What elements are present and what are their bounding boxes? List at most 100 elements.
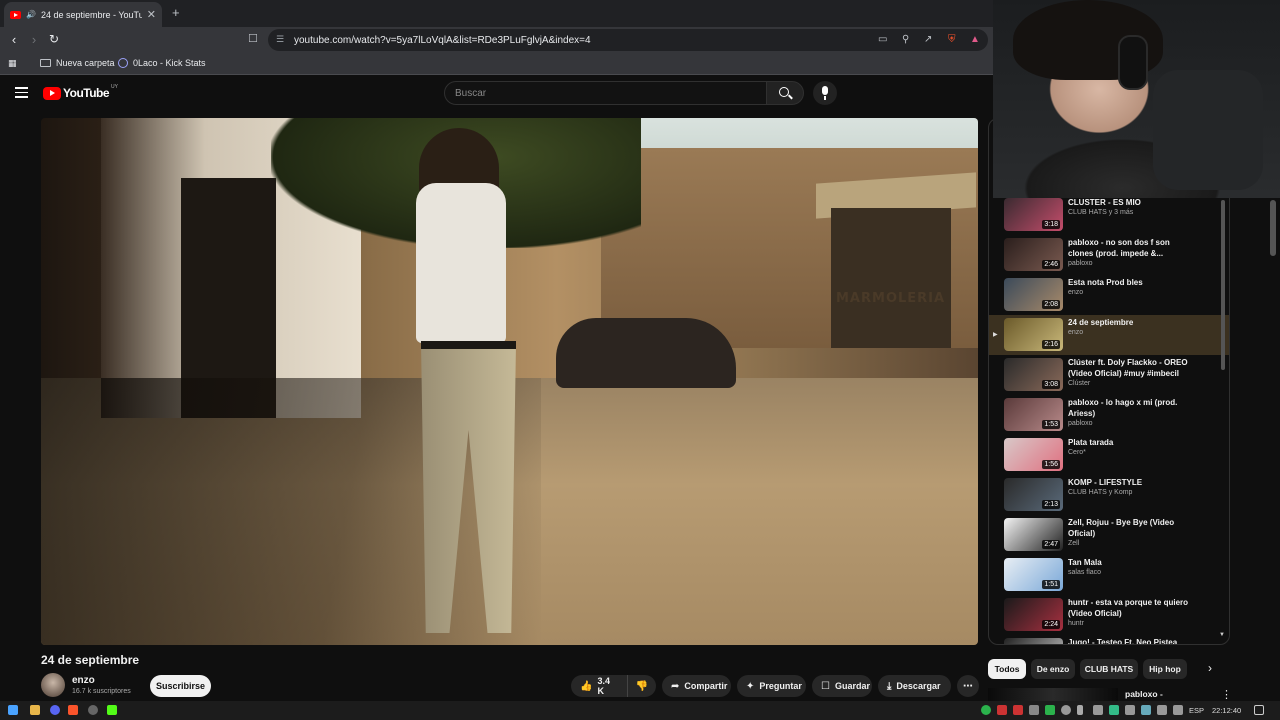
close-tab-icon[interactable]: ✕ [147,8,156,21]
tray-app-icon[interactable] [997,705,1007,715]
playlist-item[interactable]: 2:46 pabloxo - no son dos f son clones (p… [989,235,1229,275]
tray-app-icon[interactable] [1029,705,1039,715]
playlist-thumbnail[interactable]: 2:46 [1004,238,1063,271]
address-url[interactable]: youtube.com/watch?v=5ya7lLoVqlA&list=RDe… [294,35,591,46]
tray-app-icon[interactable] [1141,705,1151,715]
playlist-item-title[interactable]: CLUSTER - ES MIO [1068,197,1188,208]
start-icon[interactable] [8,705,18,715]
chip-club-hats[interactable]: CLUB HATS [1080,659,1138,679]
cast-icon[interactable]: ▭ [878,34,887,45]
playlist-item[interactable]: 2:47 Zell, Rojuu - Bye Bye (Video Oficial… [989,515,1229,555]
playlist-item[interactable]: 1:56 Plata tarada Cero* [989,435,1229,475]
new-tab-button[interactable]: + [172,5,180,20]
tray-app-icon[interactable] [1109,705,1119,715]
notifications-icon[interactable] [1254,705,1264,715]
tray-app-icon[interactable] [1061,705,1071,715]
playlist-thumbnail[interactable]: 1:53 [1004,398,1063,431]
tray-app-icon[interactable] [1093,705,1103,715]
language-indicator[interactable]: ESP [1189,706,1204,715]
back-icon[interactable]: ‹ [6,32,22,47]
playlist-item[interactable]: ▶ 2:16 24 de septiembre enzo [989,315,1229,355]
more-vertical-icon[interactable]: ⋮ [1221,688,1232,701]
bookmark-kick-stats[interactable]: 0Laco - Kick Stats [118,58,206,68]
playlist-item[interactable]: 1:53 pabloxo - lo hago x mi (prod. Ariess… [989,395,1229,435]
tray-app-icon[interactable] [1125,705,1135,715]
microphone-tray-icon[interactable] [1077,705,1083,715]
chip-hip-hop[interactable]: Hip hop [1143,659,1187,679]
playlist-thumbnail[interactable]: 2:24 [1004,598,1063,631]
playlist-item-title[interactable]: Tan Mala [1068,557,1188,568]
ask-button[interactable]: ✦ Preguntar [737,675,806,697]
tray-app-icon[interactable] [1013,705,1023,715]
playlist-item[interactable]: 2:24 huntr - esta va porque te quiero (Vi… [989,595,1229,635]
network-icon[interactable] [1157,705,1167,715]
clock[interactable]: 22:12:40 [1212,706,1241,715]
recommendation-title[interactable]: pabloxo - [1125,689,1163,699]
brave-shield-icon[interactable]: ⛨ [948,34,956,45]
hamburger-menu-icon[interactable] [15,87,28,101]
chip-todos[interactable]: Todos [988,659,1026,679]
dislike-button[interactable]: 👎 [627,675,656,697]
search-button[interactable] [766,81,804,105]
share-button[interactable]: ➦ Compartir [662,675,731,697]
playlist-item-title[interactable]: huntr - esta va porque te quiero (Video … [1068,597,1188,619]
speaker-icon[interactable]: 🔊 [26,10,36,19]
playlist-item-title[interactable]: Esta nota Prod bles [1068,277,1188,288]
playlist-item-title[interactable]: KOMP - LIFESTYLE [1068,477,1188,488]
playlist-item-title[interactable]: Jugo! - Testeo Ft. Neo Pistea (Video Ofi… [1068,637,1188,644]
voice-search-button[interactable] [813,81,837,105]
obs-icon[interactable] [88,705,98,715]
channel-name[interactable]: enzo [72,675,95,686]
playlist-item-title[interactable]: pabloxo - lo hago x mi (prod. Ariess) [1068,397,1188,419]
playlist-item[interactable]: 1:51 Tan Mala salas flaco [989,555,1229,595]
subscribe-button[interactable]: Suscribirse [150,675,211,697]
search-input[interactable]: Buscar [444,81,767,105]
like-button[interactable]: 👍 3.4 K [571,675,627,697]
playlist-item[interactable]: 3:08 Clúster ft. Doly Flackko - OREO (Vid… [989,355,1229,395]
download-button[interactable]: ⤓ Descargar [878,675,951,697]
volume-icon[interactable] [1173,705,1183,715]
playlist-item[interactable]: 2:08 Esta nota Prod bles enzo [989,275,1229,315]
tray-app-icon[interactable] [1045,705,1055,715]
playlist-thumbnail[interactable]: 3:08 [1004,358,1063,391]
playlist-thumbnail[interactable]: 1:56 [1004,438,1063,471]
playlist-thumbnail[interactable]: 1:51 [1004,558,1063,591]
playlist-item[interactable]: 3:18 CLUSTER - ES MIO CLUB HATS y 3 más [989,195,1229,235]
more-actions-button[interactable]: ⋯ [957,675,979,697]
forward-icon[interactable]: › [26,32,42,47]
playlist-item-title[interactable]: pabloxo - no son dos f son clones (prod.… [1068,237,1188,259]
address-bar[interactable]: ☰ youtube.com/watch?v=5ya7lLoVqlA&list=R… [268,29,988,51]
tray-app-icon[interactable] [981,705,991,715]
zoom-icon[interactable]: ⚲ [902,34,909,45]
bookmark-nueva-carpeta[interactable]: Nueva carpeta [40,58,115,68]
browser-tab[interactable]: 🔊 24 de septiembre - YouTube ✕ [4,2,162,27]
playlist-thumbnail[interactable] [1004,638,1063,644]
youtube-logo[interactable]: YouTube UY [43,84,118,100]
channel-avatar[interactable] [41,673,65,697]
reload-icon[interactable]: ↻ [46,32,62,46]
playlist-item-title[interactable]: Clúster ft. Doly Flackko - OREO (Video O… [1068,357,1188,379]
playlist-thumbnail[interactable]: 2:16 [1004,318,1063,351]
playlist-thumbnail[interactable]: 2:08 [1004,278,1063,311]
playlist-item-title[interactable]: Zell, Rojuu - Bye Bye (Video Oficial) [1068,517,1188,539]
scroll-down-icon[interactable]: ▼ [1219,632,1225,638]
apps-grid-icon[interactable]: ▦ [8,58,17,69]
discord-icon[interactable] [50,705,60,715]
playlist-thumbnail[interactable]: 3:18 [1004,198,1063,231]
video-player[interactable]: MARMOLERIA [41,118,978,645]
playlist-item[interactable]: 2:13 KOMP - LIFESTYLE CLUB HATS y Komp [989,475,1229,515]
rewards-icon[interactable]: ▲ [970,34,980,45]
brave-browser-icon[interactable] [68,705,78,715]
file-explorer-icon[interactable] [30,705,40,715]
bookmark-star-icon[interactable]: ☐ [248,32,258,45]
playlist-item-title[interactable]: 24 de septiembre [1068,317,1188,328]
share-page-icon[interactable]: ↗ [924,34,932,45]
playlist-thumbnail[interactable]: 2:13 [1004,478,1063,511]
playlist-item[interactable]: Jugo! - Testeo Ft. Neo Pistea (Video Ofi… [989,635,1229,644]
page-scrollbar[interactable] [1270,200,1276,256]
site-info-icon[interactable]: ☰ [276,34,284,45]
chip-de-enzo[interactable]: De enzo [1031,659,1075,679]
playlist-thumbnail[interactable]: 2:47 [1004,518,1063,551]
chevron-right-icon[interactable]: › [1208,661,1212,675]
save-button[interactable]: ☐ Guardar [812,675,872,697]
